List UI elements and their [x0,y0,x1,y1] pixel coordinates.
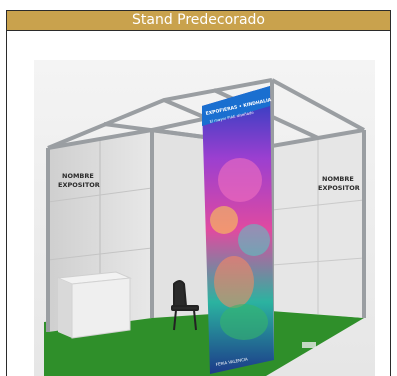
floor-sticker [302,342,316,348]
left-sign-line-1: NOMBRE [62,172,94,180]
vertical-banner: EXPOFIERAS • KINDHALIA El mayor FIAE dis… [202,86,274,374]
left-sign-line-2: EXPOSITOR [58,181,100,189]
right-sign-line-1: NOMBRE [322,175,354,183]
stand-card: Stand Predecorado NOMBRE EXPOSITOR NOMBR… [6,10,391,376]
left-wall-sign: NOMBRE EXPOSITOR [58,172,100,189]
reception-counter [56,271,132,339]
right-sign-line-2: EXPOSITOR [318,184,360,192]
card-header: Stand Predecorado [7,10,390,31]
right-wall-sign: NOMBRE EXPOSITOR [318,175,360,192]
card-title: Stand Predecorado [132,12,265,28]
stand-image: NOMBRE EXPOSITOR NOMBRE EXPOSITOR EXPOFI… [34,60,375,376]
